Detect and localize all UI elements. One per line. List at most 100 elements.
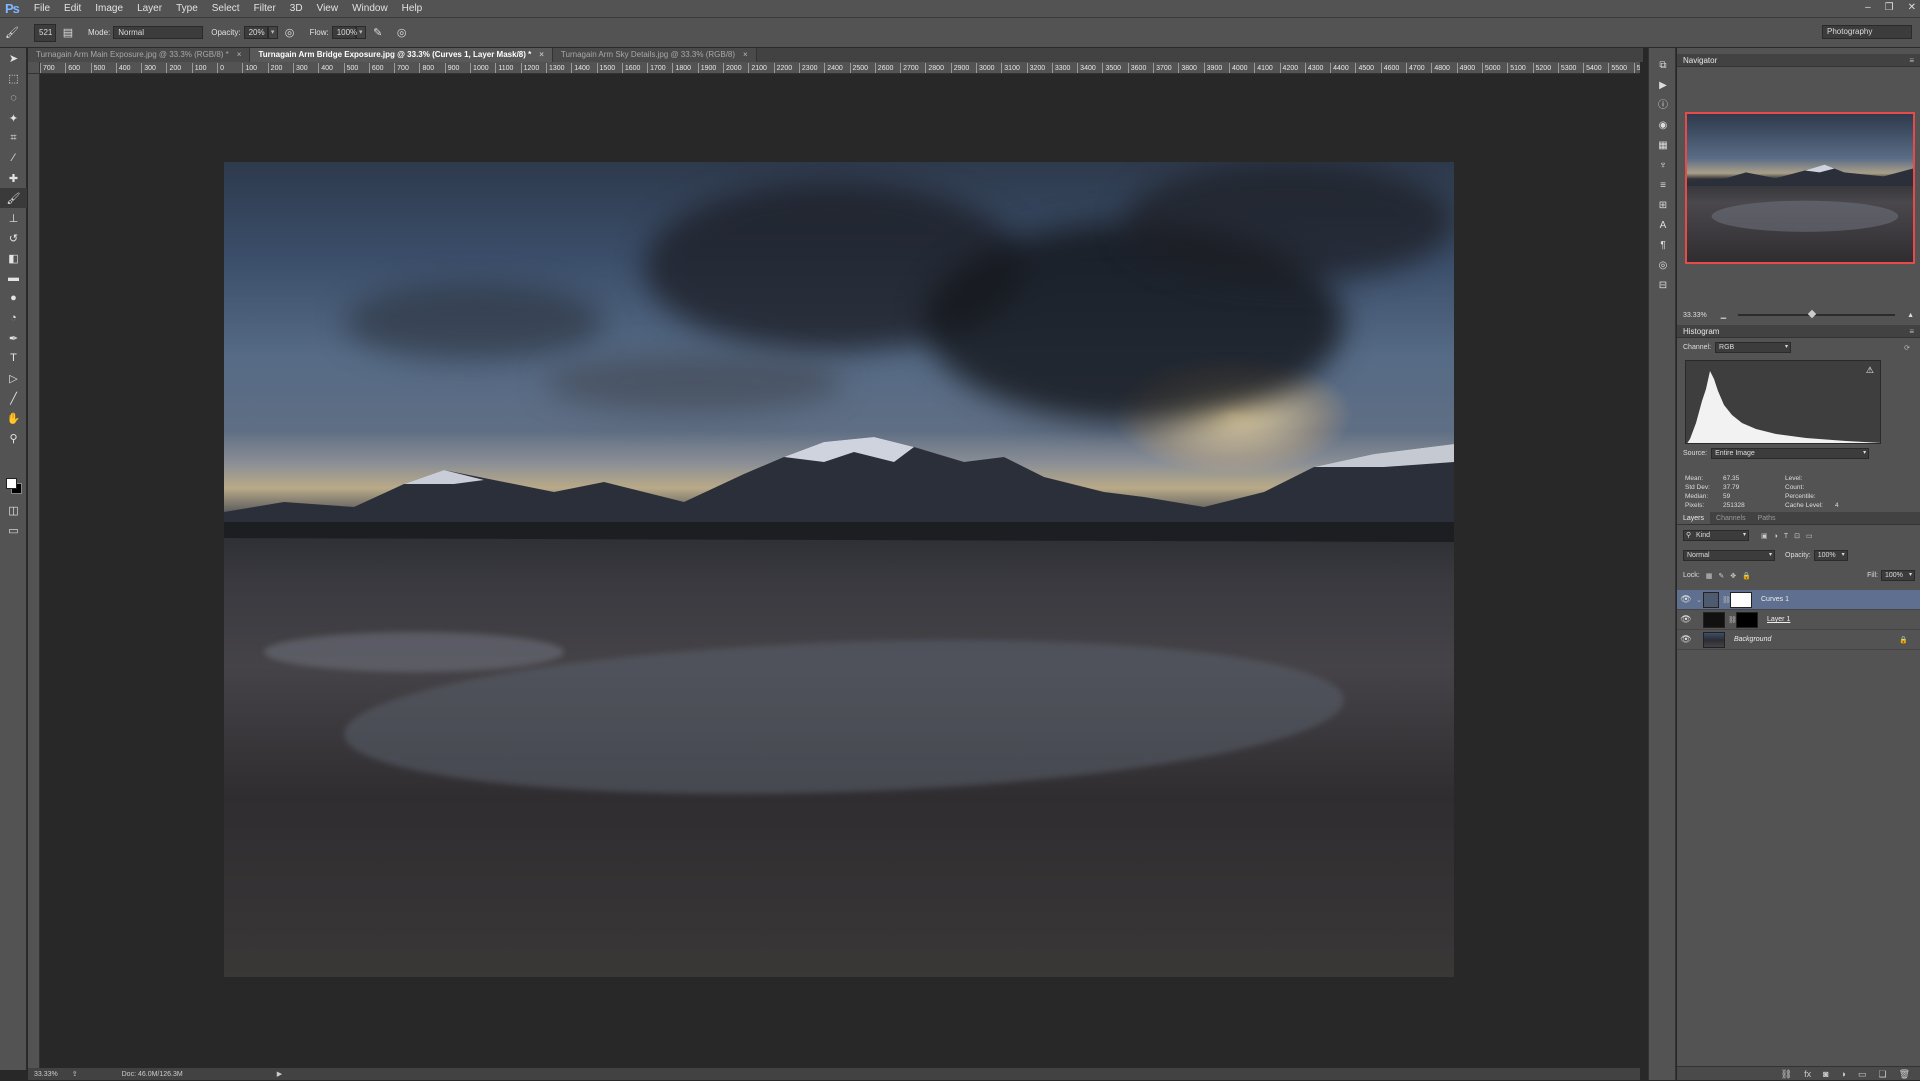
lasso-tool-icon[interactable]: ◌ [0, 88, 27, 108]
menu-layer[interactable]: Layer [130, 3, 169, 14]
share-icon[interactable]: ⇪ [72, 1070, 78, 1078]
quick-select-tool-icon[interactable]: ✦ [0, 108, 27, 128]
chain-icon[interactable]: ⛓ [1722, 596, 1731, 604]
menu-window[interactable]: Window [345, 3, 395, 14]
tab-paths[interactable]: Paths [1752, 512, 1782, 524]
navigator-zoom-slider[interactable] [1738, 309, 1896, 319]
new-group-icon[interactable]: ▭ [1858, 1067, 1867, 1080]
menu-filter[interactable]: Filter [247, 3, 283, 14]
close-tab-icon[interactable]: × [539, 50, 544, 59]
eyedropper-tool-icon[interactable]: ⁄ [0, 148, 27, 168]
landscape-photo[interactable] [224, 162, 1454, 977]
tab-channels[interactable]: Channels [1710, 512, 1752, 524]
vertical-ruler[interactable] [28, 74, 40, 1070]
channel-select[interactable]: RGB [1715, 342, 1792, 353]
new-layer-icon[interactable]: ❏ [1878, 1067, 1886, 1080]
layer-opacity-input[interactable]: 100% [1813, 550, 1848, 561]
actions-panel-icon[interactable]: ▶ [1649, 76, 1677, 96]
crop-tool-icon[interactable]: ⌗ [0, 128, 27, 148]
flow-dropdown[interactable]: ▾ [355, 26, 366, 39]
zoom-in-icon[interactable]: ▲ [1907, 312, 1914, 319]
history-panel-icon[interactable]: ⧉ [1649, 56, 1677, 76]
zoom-out-icon[interactable]: ▁ [1721, 311, 1726, 319]
zoom-slider-knob[interactable] [1807, 309, 1816, 319]
flow-input[interactable]: 100% [331, 26, 357, 39]
type-tool-icon[interactable]: T [0, 348, 27, 368]
lock-icons[interactable]: ▦✎✥🔒 [1706, 572, 1757, 580]
close-tab-icon[interactable]: × [743, 50, 748, 59]
swatches-panel-icon[interactable]: ▦ [1649, 136, 1677, 156]
screen-mode-icon[interactable]: ▭ [0, 520, 27, 540]
healing-brush-tool-icon[interactable]: ✚ [0, 168, 27, 188]
opacity-input[interactable]: 20% [243, 26, 268, 39]
menu-view[interactable]: View [310, 3, 346, 14]
eraser-tool-icon[interactable]: ◧ [0, 248, 27, 268]
document-size[interactable]: Doc: 46.0M/126.3M [122, 1071, 183, 1078]
gradient-tool-icon[interactable]: ▬ [0, 268, 27, 288]
clone-stamp-tool-icon[interactable]: ⊥ [0, 208, 27, 228]
navigator-thumbnail[interactable] [1685, 112, 1915, 264]
path-selection-tool-icon[interactable]: ▷ [0, 368, 27, 388]
restore-button[interactable]: ❐ [1885, 0, 1894, 16]
eye-icon[interactable]: 👁 [1677, 614, 1695, 625]
workspace-switcher[interactable]: Photography [1822, 25, 1912, 39]
tab-bridge-exposure[interactable]: Turnagain Arm Bridge Exposure.jpg @ 33.3… [250, 48, 553, 62]
menu-file[interactable]: File [27, 3, 57, 14]
layer-filter-icons[interactable]: ▣◑T⊡▭ [1761, 532, 1819, 540]
libraries-panel-icon[interactable]: ⊟ [1649, 276, 1677, 296]
dodge-tool-icon[interactable]: ◔ [0, 308, 27, 328]
menu-help[interactable]: Help [395, 3, 430, 14]
color-panel-icon[interactable]: ◉ [1649, 116, 1677, 136]
status-menu-arrow-icon[interactable]: ▶ [277, 1070, 282, 1078]
close-button[interactable]: ✕ [1908, 0, 1916, 16]
opacity-dropdown[interactable]: ▾ [267, 26, 278, 39]
brush-panel-icon[interactable]: ▤ [60, 25, 76, 41]
styles-panel-icon[interactable]: ◎ [1649, 256, 1677, 276]
info-panel-icon[interactable]: ⓘ [1649, 96, 1677, 116]
quick-mask-icon[interactable]: ◫ [0, 500, 27, 520]
zoom-tool-icon[interactable]: ⚲ [0, 428, 27, 448]
minimize-button[interactable]: – [1865, 0, 1871, 16]
airbrush-icon[interactable]: ✎ [370, 25, 386, 41]
menu-edit[interactable]: Edit [57, 3, 88, 14]
menu-3d[interactable]: 3D [283, 3, 310, 14]
warning-icon[interactable]: ⚠ [1866, 365, 1874, 376]
refresh-icon[interactable]: ⟳ [1904, 344, 1910, 352]
navigator-zoom-value[interactable]: 33.33% [1683, 312, 1707, 319]
foreground-color-swatch[interactable] [6, 478, 17, 489]
layer-mask-thumbnail[interactable] [1736, 611, 1758, 628]
tab-layers[interactable]: Layers [1677, 512, 1711, 524]
navigator-panel-header[interactable]: Navigator ≡ [1677, 54, 1920, 67]
pressure-size-icon[interactable]: ◎ [394, 25, 410, 41]
menu-image[interactable]: Image [88, 3, 130, 14]
chain-icon[interactable]: ⛓ [1728, 616, 1737, 624]
brush-tool-icon[interactable]: 🖌 [0, 188, 27, 208]
panel-menu-icon[interactable]: ≡ [1909, 54, 1914, 67]
horizontal-ruler[interactable]: 700 600 500 400 300 200 100 0 100 200 300 400 500 600… [40, 62, 1640, 74]
menu-select[interactable]: Select [205, 3, 247, 14]
line-tool-icon[interactable]: ╱ [0, 388, 27, 408]
histogram-panel-header[interactable]: Histogram ≡ [1677, 325, 1920, 338]
zoom-level[interactable]: 33.33% [34, 1071, 58, 1078]
brush-tool-preset-icon[interactable]: 🖌 [4, 25, 20, 41]
blend-mode-select[interactable]: Normal [1683, 550, 1775, 561]
history-brush-tool-icon[interactable]: ↺ [0, 228, 27, 248]
brush-size-picker[interactable]: 521 [34, 23, 56, 42]
link-layers-icon[interactable]: ⛓ [1781, 1067, 1792, 1080]
close-tab-icon[interactable]: × [237, 50, 242, 59]
adjustments-panel-icon[interactable]: ≡ [1649, 176, 1677, 196]
menu-type[interactable]: Type [169, 3, 205, 14]
adjustment-layer-icon[interactable]: ◑ [1841, 1067, 1846, 1080]
tab-main-exposure[interactable]: Turnagain Arm Main Exposure.jpg @ 33.3% … [28, 48, 251, 62]
paragraph-panel-icon[interactable]: ¶ [1649, 236, 1677, 256]
layer-row-background[interactable]: 👁 Background 🔒 [1677, 630, 1920, 650]
delete-layer-icon[interactable]: 🗑 [1899, 1067, 1910, 1080]
character-panel-icon[interactable]: A [1649, 216, 1677, 236]
eye-icon[interactable]: 👁 [1677, 634, 1695, 645]
source-select[interactable]: Entire Image [1711, 448, 1870, 459]
layer-style-icon[interactable]: fx [1804, 1067, 1811, 1080]
marquee-tool-icon[interactable]: ⬚ [0, 68, 27, 88]
tab-sky-details[interactable]: Turnagain Arm Sky Details.jpg @ 33.3% (R… [552, 48, 757, 62]
brushes-panel-icon[interactable]: ♆ [1649, 156, 1677, 176]
ruler-origin[interactable] [28, 62, 40, 74]
